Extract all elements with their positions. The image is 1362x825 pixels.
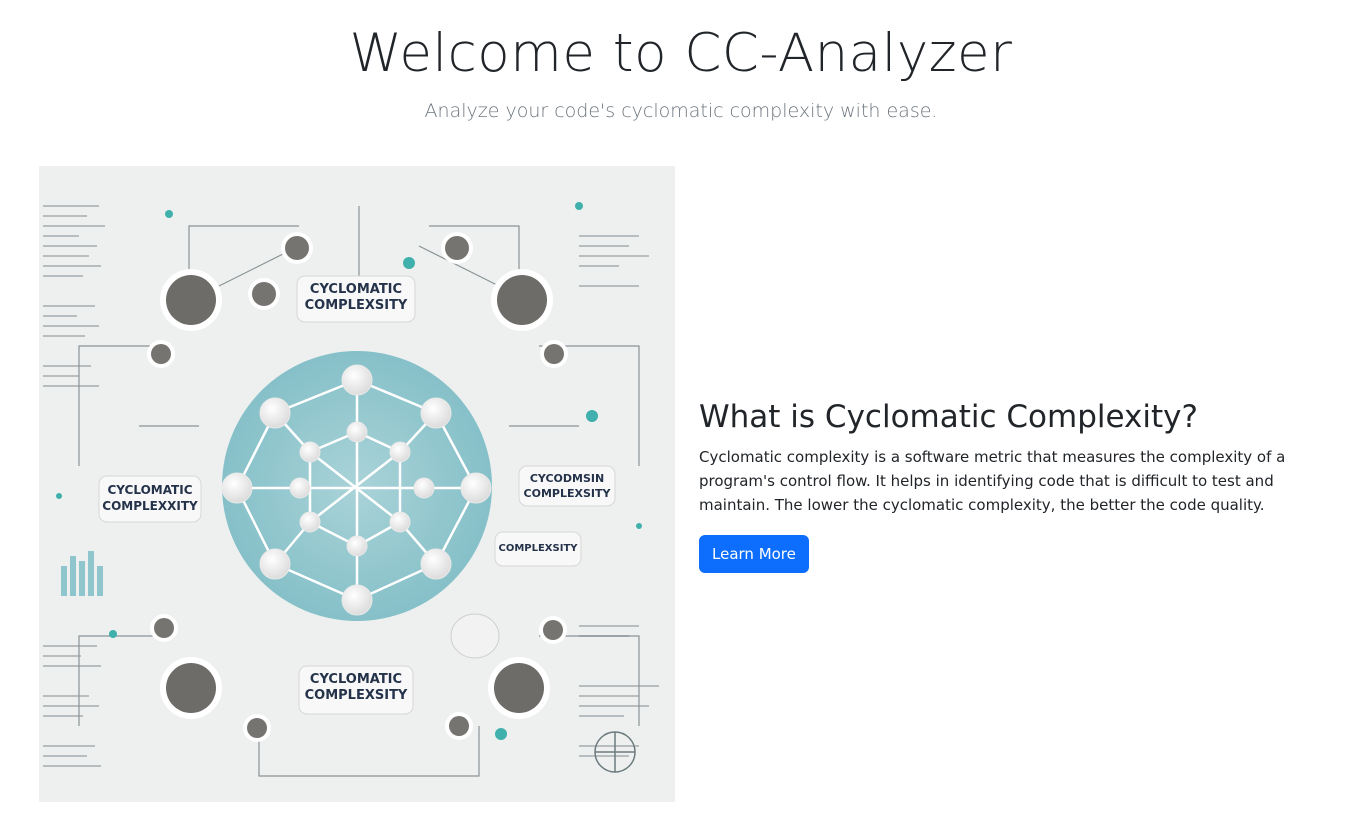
illustration-graphic: CYCLOMATIC COMPLEXSITY CYCLOMATIC COMPLE…: [43, 202, 659, 777]
page-subtitle: Analyze your code's cyclomatic complexit…: [424, 100, 938, 122]
label-left-text: CYCLOMATIC COMPLEXXITY: [102, 483, 197, 513]
decorative-mini-chart: [61, 551, 103, 596]
label-right-lower-text: COMPLEXSITY: [498, 543, 577, 554]
label-top-text: CYCLOMATIC COMPLEXSITY: [305, 282, 408, 313]
info-body: Cyclomatic complexity is a software metr…: [699, 448, 1286, 514]
decorative-compass: [594, 731, 636, 773]
page-title: Welcome to CC-Analyzer: [349, 23, 1013, 84]
label-right-text: CYCODMSIN COMPLEXSITY: [524, 472, 611, 500]
cyclomatic-complexity-illustration: CYCLOMATIC COMPLEXSITY CYCLOMATIC COMPLE…: [39, 166, 675, 802]
label-bottom-text: CYCLOMATIC COMPLEXSITY: [305, 672, 408, 703]
info-section: What is Cyclomatic Complexity? Cyclomati…: [699, 397, 1339, 573]
hero-section: Welcome to CC-Analyzer Analyze your code…: [0, 0, 1362, 160]
info-heading: What is Cyclomatic Complexity?: [699, 399, 1198, 435]
learn-more-button[interactable]: Learn More: [699, 535, 809, 573]
